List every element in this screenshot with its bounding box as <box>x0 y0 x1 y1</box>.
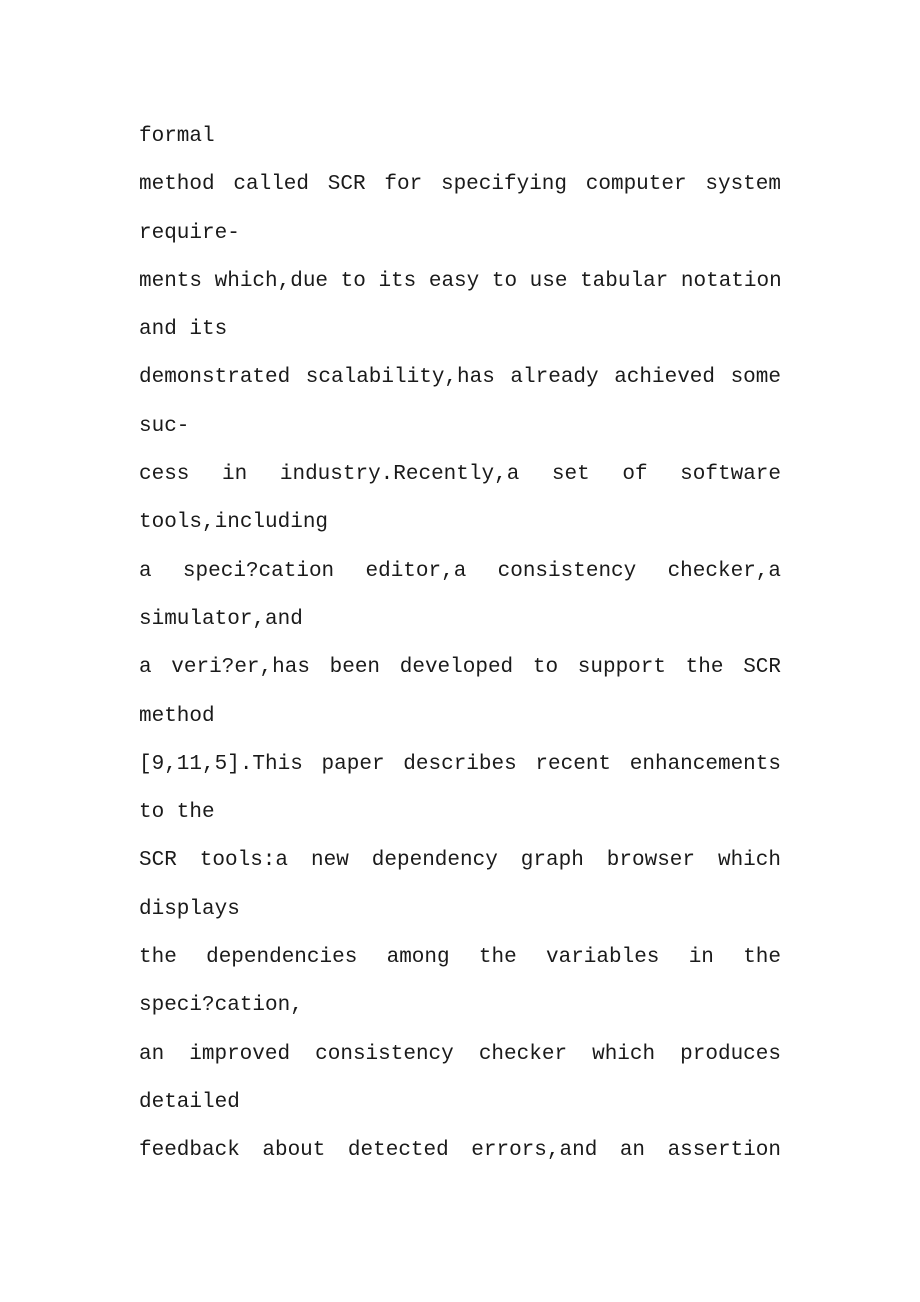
text-line: cess in industry.Recently,a set of softw… <box>139 463 781 487</box>
text-line: suc- <box>139 414 190 438</box>
text-line: method called SCR for specifying compute… <box>139 173 781 197</box>
text-line: simulator,and <box>139 607 303 631</box>
text-line: demonstrated scalability,has already ach… <box>139 366 781 390</box>
text-line: ments which,due to its easy to use tabul… <box>139 269 782 293</box>
text-line: SCR tools:a new dependency graph browser… <box>139 849 781 873</box>
text-line: method <box>139 704 215 728</box>
document-page: formal method called SCR for specifying … <box>139 113 782 1176</box>
text-line: require- <box>139 221 240 245</box>
text-line: a speci?cation editor,a consistency chec… <box>139 559 781 583</box>
text-line: the dependencies among the variables in … <box>139 946 781 970</box>
text-line: to the <box>139 801 215 825</box>
text-line: [9,11,5].This paper describes recent enh… <box>139 752 781 776</box>
text-line: and its <box>139 318 228 342</box>
text-line: an improved consistency checker which pr… <box>139 1042 781 1066</box>
text-line: formal <box>139 125 215 148</box>
text-line: a veri?er,has been developed to support … <box>139 656 781 680</box>
text-line: detailed <box>139 1090 240 1114</box>
text-line: displays <box>139 897 240 921</box>
text-line: feedback about detected errors,and an as… <box>139 1139 781 1163</box>
text-line: speci?cation, <box>139 994 303 1018</box>
text-line: tools,including <box>139 511 329 535</box>
